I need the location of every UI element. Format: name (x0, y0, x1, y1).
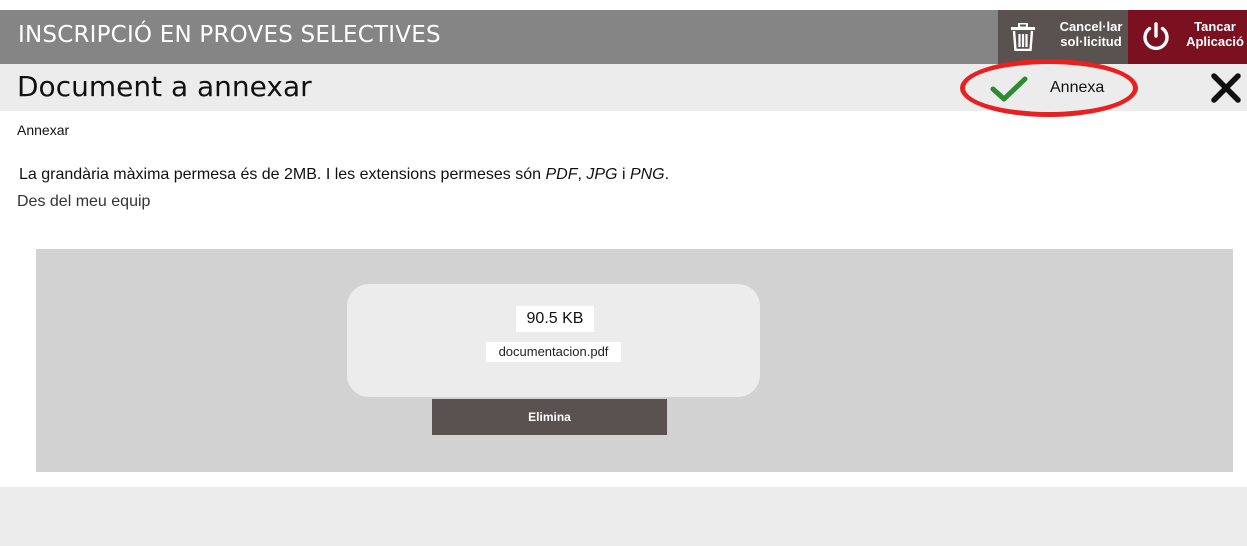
delete-file-button[interactable]: Elimina (432, 399, 667, 435)
close-application-label-line2: Aplicació (1186, 34, 1244, 49)
info-sep2: i (617, 166, 630, 183)
ext-pdf: PDF (545, 166, 578, 183)
app-title: INSCRIPCIÓ EN PROVES SELECTIVES (18, 22, 441, 48)
upload-restrictions-text: La grandària màxima permesa és de 2MB. I… (19, 166, 669, 184)
info-prefix: La grandària màxima permesa és de 2MB. I… (19, 166, 546, 183)
file-name: documentacion.pdf (486, 342, 621, 362)
cancel-request-label-line2: sol·licitud (1060, 34, 1122, 49)
highlight-circle (960, 59, 1138, 117)
ext-jpg: JPG (586, 166, 618, 183)
close-icon[interactable] (1211, 73, 1241, 103)
page-title: Document a annexar (17, 70, 312, 103)
file-size: 90.5 KB (516, 306, 594, 332)
close-application-button[interactable]: Tancar Aplicació (1128, 10, 1247, 64)
section-label: Annexar (17, 122, 70, 138)
info-suffix: . (664, 166, 670, 183)
power-icon (1143, 22, 1169, 51)
close-application-label-line1: Tancar (1194, 19, 1236, 34)
footer-band (0, 487, 1247, 546)
file-preview-card: 90.5 KB documentacion.pdf (347, 284, 760, 397)
from-my-computer-link[interactable]: Des del meu equip (17, 193, 150, 211)
document-header-bar: Document a annexar Annexa (0, 59, 1247, 117)
cancel-request-button[interactable]: Cancel·lar sol·licitud (998, 10, 1128, 64)
ext-png: PNG (629, 166, 665, 183)
close-application-label: Tancar Aplicació (1183, 19, 1247, 49)
trash-icon (1011, 23, 1035, 51)
cancel-request-label-line1: Cancel·lar (1059, 19, 1123, 34)
annex-button[interactable]: Annexa (960, 59, 1142, 117)
file-dropzone[interactable]: 90.5 KB documentacion.pdf Elimina (36, 249, 1233, 472)
cancel-request-label: Cancel·lar sol·licitud (1056, 19, 1126, 49)
top-header-bar: INSCRIPCIÓ EN PROVES SELECTIVES Cancel·l… (0, 10, 1247, 64)
